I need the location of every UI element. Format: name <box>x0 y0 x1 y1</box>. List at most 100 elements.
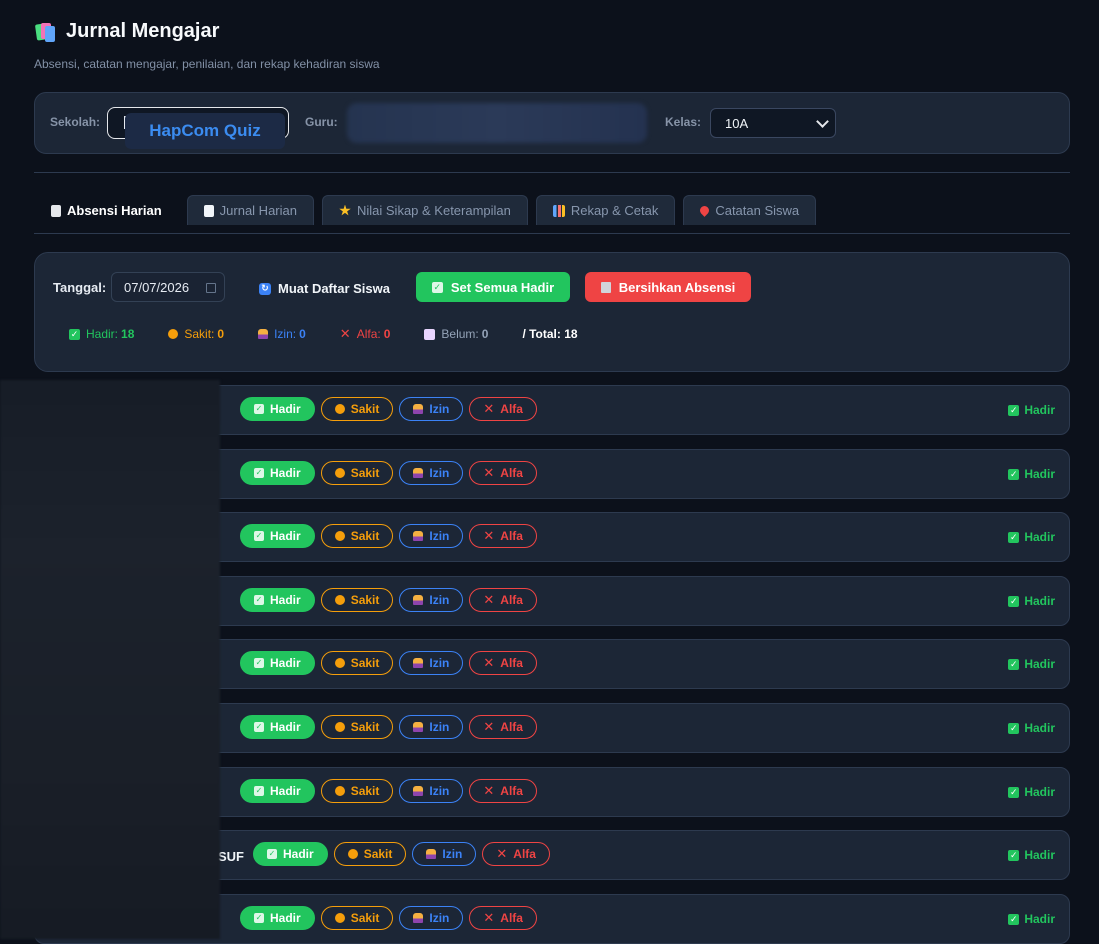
tab-catatan[interactable]: Catatan Siswa <box>683 195 817 225</box>
teacher-input[interactable] <box>347 103 647 143</box>
pray-icon <box>413 531 424 541</box>
alfa-button[interactable]: ✕ Alfa <box>469 461 537 485</box>
cross-icon: ✕ <box>483 783 495 798</box>
alfa-label: Alfa <box>500 911 523 925</box>
books-icon <box>34 21 56 43</box>
tab-nilai[interactable]: Nilai Sikap & Keterampilan <box>321 195 528 225</box>
cross-icon: ✕ <box>483 592 495 607</box>
stat-value: 0 <box>299 327 306 341</box>
set-all-present-button[interactable]: ✓ Set Semua Hadir <box>416 272 570 302</box>
check-icon: ✓ <box>1008 404 1020 416</box>
hadir-button[interactable]: ✓ Hadir <box>240 906 315 930</box>
status-badge: ✓ Hadir <box>1008 530 1055 544</box>
stat-label: Hadir: <box>86 327 119 341</box>
izin-button[interactable]: Izin <box>399 651 464 675</box>
izin-button[interactable]: Izin <box>399 715 464 739</box>
hadir-button[interactable]: ✓ Hadir <box>240 715 315 739</box>
sakit-label: Sakit <box>350 656 380 670</box>
izin-button[interactable]: Izin <box>399 779 464 803</box>
sakit-button[interactable]: Sakit <box>320 651 394 675</box>
sakit-button[interactable]: Sakit <box>320 906 394 930</box>
attendance-options: ✓ Hadir Sakit Izin ✕ Alfa <box>240 651 537 675</box>
attendance-options: ✓ Hadir Sakit Izin ✕ Alfa <box>240 524 537 548</box>
hadir-button[interactable]: ✓ Hadir <box>240 651 315 675</box>
sakit-button[interactable]: Sakit <box>320 588 394 612</box>
sick-face-icon <box>334 404 345 414</box>
hadir-button[interactable]: ✓ Hadir <box>240 588 315 612</box>
sakit-button[interactable]: Sakit <box>333 842 407 866</box>
alfa-button[interactable]: ✕ Alfa <box>482 842 550 866</box>
pray-icon <box>413 658 424 668</box>
alfa-button[interactable]: ✕ Alfa <box>469 651 537 675</box>
hadir-button[interactable]: ✓ Hadir <box>253 842 328 866</box>
attendance-summary: ✓ Hadir: 18 Sakit: 0 Izin: 0 ✕ Alfa: 0 B… <box>69 326 612 342</box>
check-icon: ✓ <box>254 722 264 732</box>
stat-belum: Belum: 0 <box>424 326 488 342</box>
stat-alfa: ✕ Alfa: 0 <box>340 326 391 342</box>
chevron-down-icon <box>816 114 829 128</box>
check-icon: ✓ <box>1008 913 1020 925</box>
hadir-button[interactable]: ✓ Hadir <box>240 397 315 421</box>
izin-button[interactable]: Izin <box>399 397 464 421</box>
calendar-icon[interactable] <box>206 283 216 293</box>
date-input[interactable]: 07/07/2026 <box>111 272 225 302</box>
status-label: Hadir <box>1024 848 1055 862</box>
status-label: Hadir <box>1024 530 1055 544</box>
check-icon: ✓ <box>1008 722 1020 734</box>
pray-icon <box>413 913 424 923</box>
pray-icon <box>413 404 424 414</box>
izin-button[interactable]: Izin <box>399 906 464 930</box>
attendance-options: ✓ Hadir Sakit Izin ✕ Alfa <box>240 779 537 803</box>
alfa-label: Alfa <box>500 720 523 734</box>
clear-attendance-button[interactable]: Bersihkan Absensi <box>585 272 751 302</box>
izin-label: Izin <box>429 784 450 798</box>
sakit-button[interactable]: Sakit <box>320 461 394 485</box>
izin-label: Izin <box>429 593 450 607</box>
load-students-button[interactable]: ↻ Muat Daftar Siswa <box>259 281 390 296</box>
hadir-button[interactable]: ✓ Hadir <box>240 461 315 485</box>
clear-attendance-label: Bersihkan Absensi <box>618 279 736 295</box>
sakit-label: Sakit <box>363 847 393 861</box>
tab-absensi-harian[interactable]: Absensi Harian <box>34 195 179 225</box>
izin-button[interactable]: Izin <box>399 461 464 485</box>
alfa-button[interactable]: ✕ Alfa <box>469 906 537 930</box>
page-subtitle: Absensi, catatan mengajar, penilaian, da… <box>34 57 380 71</box>
hadir-button[interactable]: ✓ Hadir <box>240 524 315 548</box>
hadir-button[interactable]: ✓ Hadir <box>240 779 315 803</box>
cross-icon: ✕ <box>339 326 351 341</box>
alfa-button[interactable]: ✕ Alfa <box>469 524 537 548</box>
status-badge: ✓ Hadir <box>1008 912 1055 926</box>
sakit-button[interactable]: Sakit <box>320 524 394 548</box>
alfa-button[interactable]: ✕ Alfa <box>469 397 537 421</box>
status-badge: ✓ Hadir <box>1008 785 1055 799</box>
cross-icon: ✕ <box>483 910 495 925</box>
class-select[interactable]: 10A <box>710 108 836 138</box>
set-all-present-label: Set Semua Hadir <box>450 279 555 295</box>
sakit-button[interactable]: Sakit <box>320 715 394 739</box>
alfa-button[interactable]: ✕ Alfa <box>469 715 537 739</box>
attendance-options: ✓ Hadir Sakit Izin ✕ Alfa <box>240 715 537 739</box>
check-icon: ✓ <box>254 595 264 605</box>
izin-button[interactable]: Izin <box>399 588 464 612</box>
izin-button[interactable]: Izin <box>399 524 464 548</box>
stat-total: / Total: 18 <box>522 326 577 342</box>
check-icon: ✓ <box>254 404 264 414</box>
alfa-button[interactable]: ✕ Alfa <box>469 588 537 612</box>
school-label: Sekolah: <box>50 115 101 129</box>
tab-jurnal-harian[interactable]: Jurnal Harian <box>186 195 314 225</box>
alfa-label: Alfa <box>500 593 523 607</box>
check-icon: ✓ <box>254 786 264 796</box>
check-icon: ✓ <box>1008 849 1020 861</box>
stat-izin: Izin: 0 <box>258 326 306 342</box>
tab-rekap[interactable]: Rekap & Cetak <box>535 195 676 225</box>
sakit-button[interactable]: Sakit <box>320 397 394 421</box>
status-badge: ✓ Hadir <box>1008 467 1055 481</box>
date-label: Tanggal: <box>53 280 107 295</box>
app-header: Jurnal Mengajar <box>34 20 219 43</box>
settings-card: Sekolah: HapCom Quiz Guru: Kelas: 10A <box>34 92 1070 154</box>
stat-value: 18 <box>121 327 135 341</box>
alfa-button[interactable]: ✕ Alfa <box>469 779 537 803</box>
status-label: Hadir <box>1024 721 1055 735</box>
sakit-button[interactable]: Sakit <box>320 779 394 803</box>
izin-button[interactable]: Izin <box>412 842 477 866</box>
